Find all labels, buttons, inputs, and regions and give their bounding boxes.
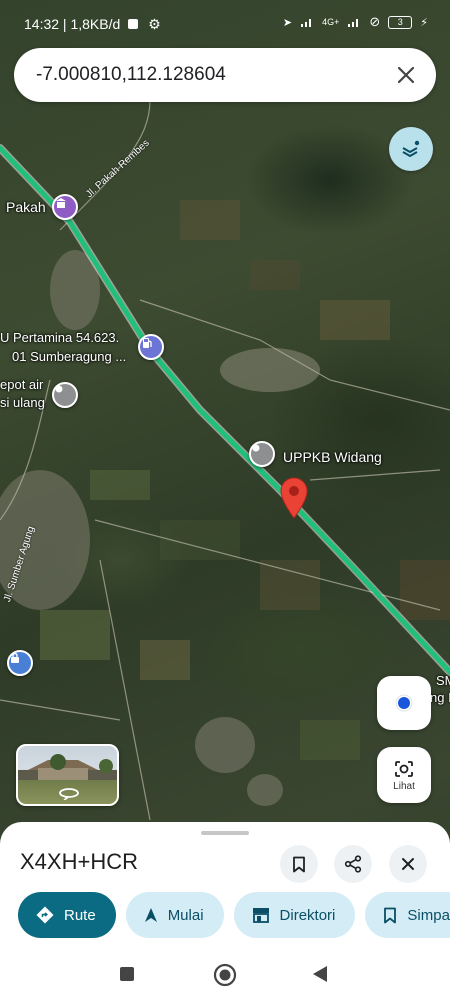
battery-level: 3 [397, 17, 403, 27]
clear-search-close-icon[interactable] [394, 63, 418, 87]
signal-icon [301, 19, 312, 27]
close-sheet-button[interactable] [389, 845, 427, 883]
close-icon [402, 858, 414, 870]
lock-poi-icon[interactable] [7, 650, 33, 676]
camera-lens-icon [395, 760, 413, 777]
street-view-thumbnail[interactable] [16, 744, 119, 806]
settings-gear-icon: ⚙ [148, 16, 161, 32]
search-query[interactable]: -7.000810,112.128604 [36, 64, 394, 86]
start-chip-label: Mulai [167, 906, 204, 924]
storefront-icon [252, 908, 269, 923]
place-label-depot-air: epot air [0, 377, 44, 392]
place-label-pertamina: U Pertamina 54.623. [0, 330, 120, 345]
status-icons: ➤ 4G+ ⊘ 3 ⚡ [283, 14, 428, 30]
navigation-icon [144, 908, 157, 922]
status-time: 14:32 | 1,8KB/d ⚙ [24, 16, 161, 32]
search-box[interactable]: -7.000810,112.128604 [14, 48, 436, 102]
layers-button[interactable] [389, 127, 433, 171]
save-button[interactable] [280, 845, 318, 883]
place-label-sumberagung: 01 Sumberagung ... [12, 349, 127, 364]
layers-icon [402, 140, 420, 157]
place-label-uppkb-widang: UPPKB Widang [283, 449, 382, 465]
location-arrow-icon: ➤ [282, 16, 293, 29]
battery-icon: 3 [388, 15, 413, 29]
signal-strength-icon [348, 19, 359, 27]
place-label-pakah: Pakah [6, 199, 46, 215]
status-bar: 14:32 | 1,8KB/d ⚙ ➤ 4G+ ⊘ 3 ⚡ [0, 0, 450, 46]
recents-square-icon [120, 967, 134, 981]
save-chip-label: Simpa [407, 906, 450, 924]
home-button[interactable] [213, 963, 237, 992]
notification-icon [128, 19, 139, 29]
save-chip[interactable]: Simpa [365, 892, 450, 938]
back-button[interactable] [312, 965, 328, 988]
bookmark-icon [384, 907, 397, 923]
recents-button[interactable] [119, 966, 135, 987]
hotspot-icon: ⊘ [369, 14, 381, 29]
directions-icon [36, 906, 54, 924]
my-location-button[interactable] [377, 676, 431, 730]
place-label-sm: SM [436, 673, 450, 688]
water-depot-poi-icon[interactable] [52, 382, 78, 408]
directory-chip[interactable]: Direktori [233, 892, 356, 938]
share-button[interactable] [334, 845, 372, 883]
gas-station-poi-icon[interactable] [138, 334, 164, 360]
back-triangle-icon [313, 966, 327, 982]
home-circle-icon [213, 963, 237, 987]
plus-code-title: X4XH+HCR [20, 849, 138, 874]
lihat-label: Lihat [393, 780, 415, 792]
route-chip-label: Rute [64, 906, 96, 924]
place-label-isi-ulang: si ulang [0, 395, 45, 410]
location-dot-icon [395, 694, 413, 712]
directory-chip-label: Direktori [279, 906, 336, 924]
bookmark-icon [293, 856, 305, 872]
place-label-ng: ng I [430, 690, 450, 705]
action-chips: Rute Mulai Direktori Simpa [18, 892, 450, 938]
uppkb-poi-icon[interactable] [249, 441, 275, 467]
museum-poi-icon[interactable] [52, 194, 78, 220]
route-chip[interactable]: Rute [18, 892, 116, 938]
share-icon [344, 855, 362, 873]
dropped-pin-icon[interactable] [279, 477, 309, 519]
lihat-button[interactable]: Lihat [377, 747, 431, 803]
android-navigation-bar [0, 952, 450, 1000]
360-view-icon [59, 788, 79, 800]
start-chip[interactable]: Mulai [125, 892, 224, 938]
network-type-label: 4G+ [322, 17, 340, 27]
sheet-drag-handle[interactable] [201, 831, 249, 835]
charging-icon: ⚡ [420, 16, 428, 29]
